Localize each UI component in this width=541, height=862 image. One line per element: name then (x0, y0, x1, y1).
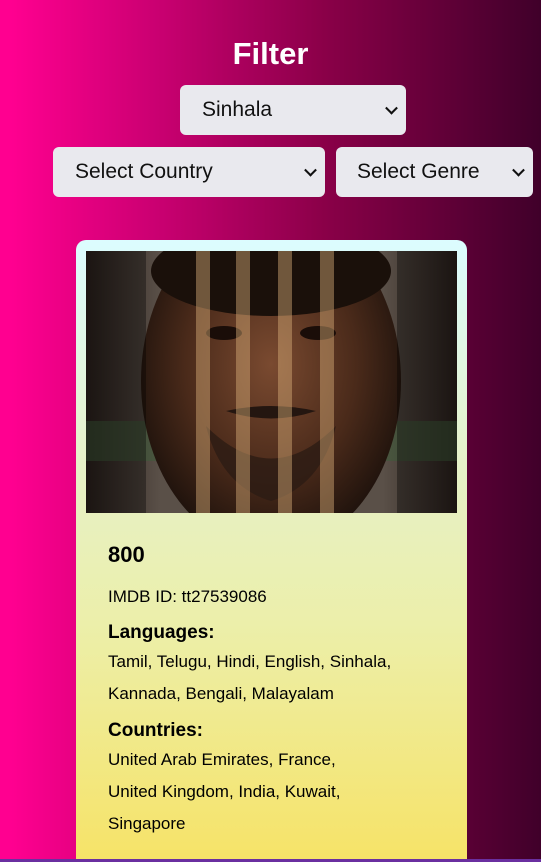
movie-title: 800 (108, 542, 145, 567)
imdb-id: IMDB ID: tt27539086 (108, 587, 267, 606)
countries-line: Singapore (108, 814, 186, 833)
chevron-down-icon (512, 163, 525, 177)
languages-heading: Languages: (108, 622, 215, 643)
language-select[interactable]: Sinhala (180, 85, 406, 135)
chevron-down-icon (304, 163, 317, 177)
country-select-value: Select Country (75, 160, 213, 183)
chevron-down-icon (385, 101, 398, 115)
languages-line: Tamil, Telugu, Hindi, English, Sinhala, (108, 652, 392, 671)
movie-details: 800 IMDB ID: tt27539086 Languages: Tamil… (108, 538, 453, 848)
movie-card[interactable]: 800 IMDB ID: tt27539086 Languages: Tamil… (76, 240, 467, 862)
language-select-value: Sinhala (202, 98, 273, 121)
countries-list: United Arab Emirates, France, United Kin… (108, 744, 453, 840)
filter-title: Filter (232, 36, 309, 71)
genre-select-value: Select Genre (357, 160, 480, 183)
languages-line: Kannada, Bengali, Malayalam (108, 684, 334, 703)
countries-line: United Kingdom, India, Kuwait, (108, 782, 341, 801)
country-select[interactable]: Select Country (53, 147, 325, 197)
languages-list: Tamil, Telugu, Hindi, English, Sinhala, … (108, 646, 453, 710)
movie-poster (86, 251, 457, 513)
countries-line: United Arab Emirates, France, (108, 750, 336, 769)
genre-select[interactable]: Select Genre (336, 147, 533, 197)
countries-heading: Countries: (108, 720, 203, 741)
